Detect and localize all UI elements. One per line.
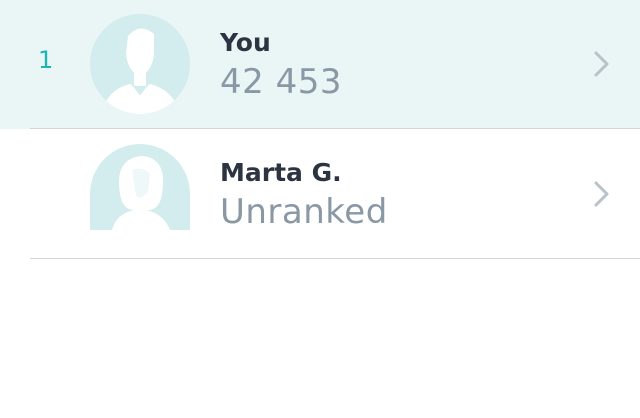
row-divider bbox=[30, 258, 640, 259]
player-score: 42 453 bbox=[220, 62, 342, 102]
chevron-right-icon[interactable] bbox=[592, 50, 612, 82]
row-divider bbox=[30, 128, 640, 129]
leaderboard-row-you[interactable]: 1 You 42 453 bbox=[0, 0, 640, 129]
player-name: You bbox=[220, 28, 271, 57]
player-score: Unranked bbox=[220, 192, 388, 232]
female-avatar-icon bbox=[90, 144, 190, 230]
rank-number: 1 bbox=[38, 46, 54, 74]
leaderboard-row-marta[interactable]: Marta G. Unranked bbox=[0, 130, 640, 259]
leaderboard-list: 1 You 42 453 Marta G. Unranked bbox=[0, 0, 640, 418]
chevron-right-icon[interactable] bbox=[592, 180, 612, 212]
player-name: Marta G. bbox=[220, 158, 342, 187]
male-avatar-icon bbox=[90, 14, 190, 114]
